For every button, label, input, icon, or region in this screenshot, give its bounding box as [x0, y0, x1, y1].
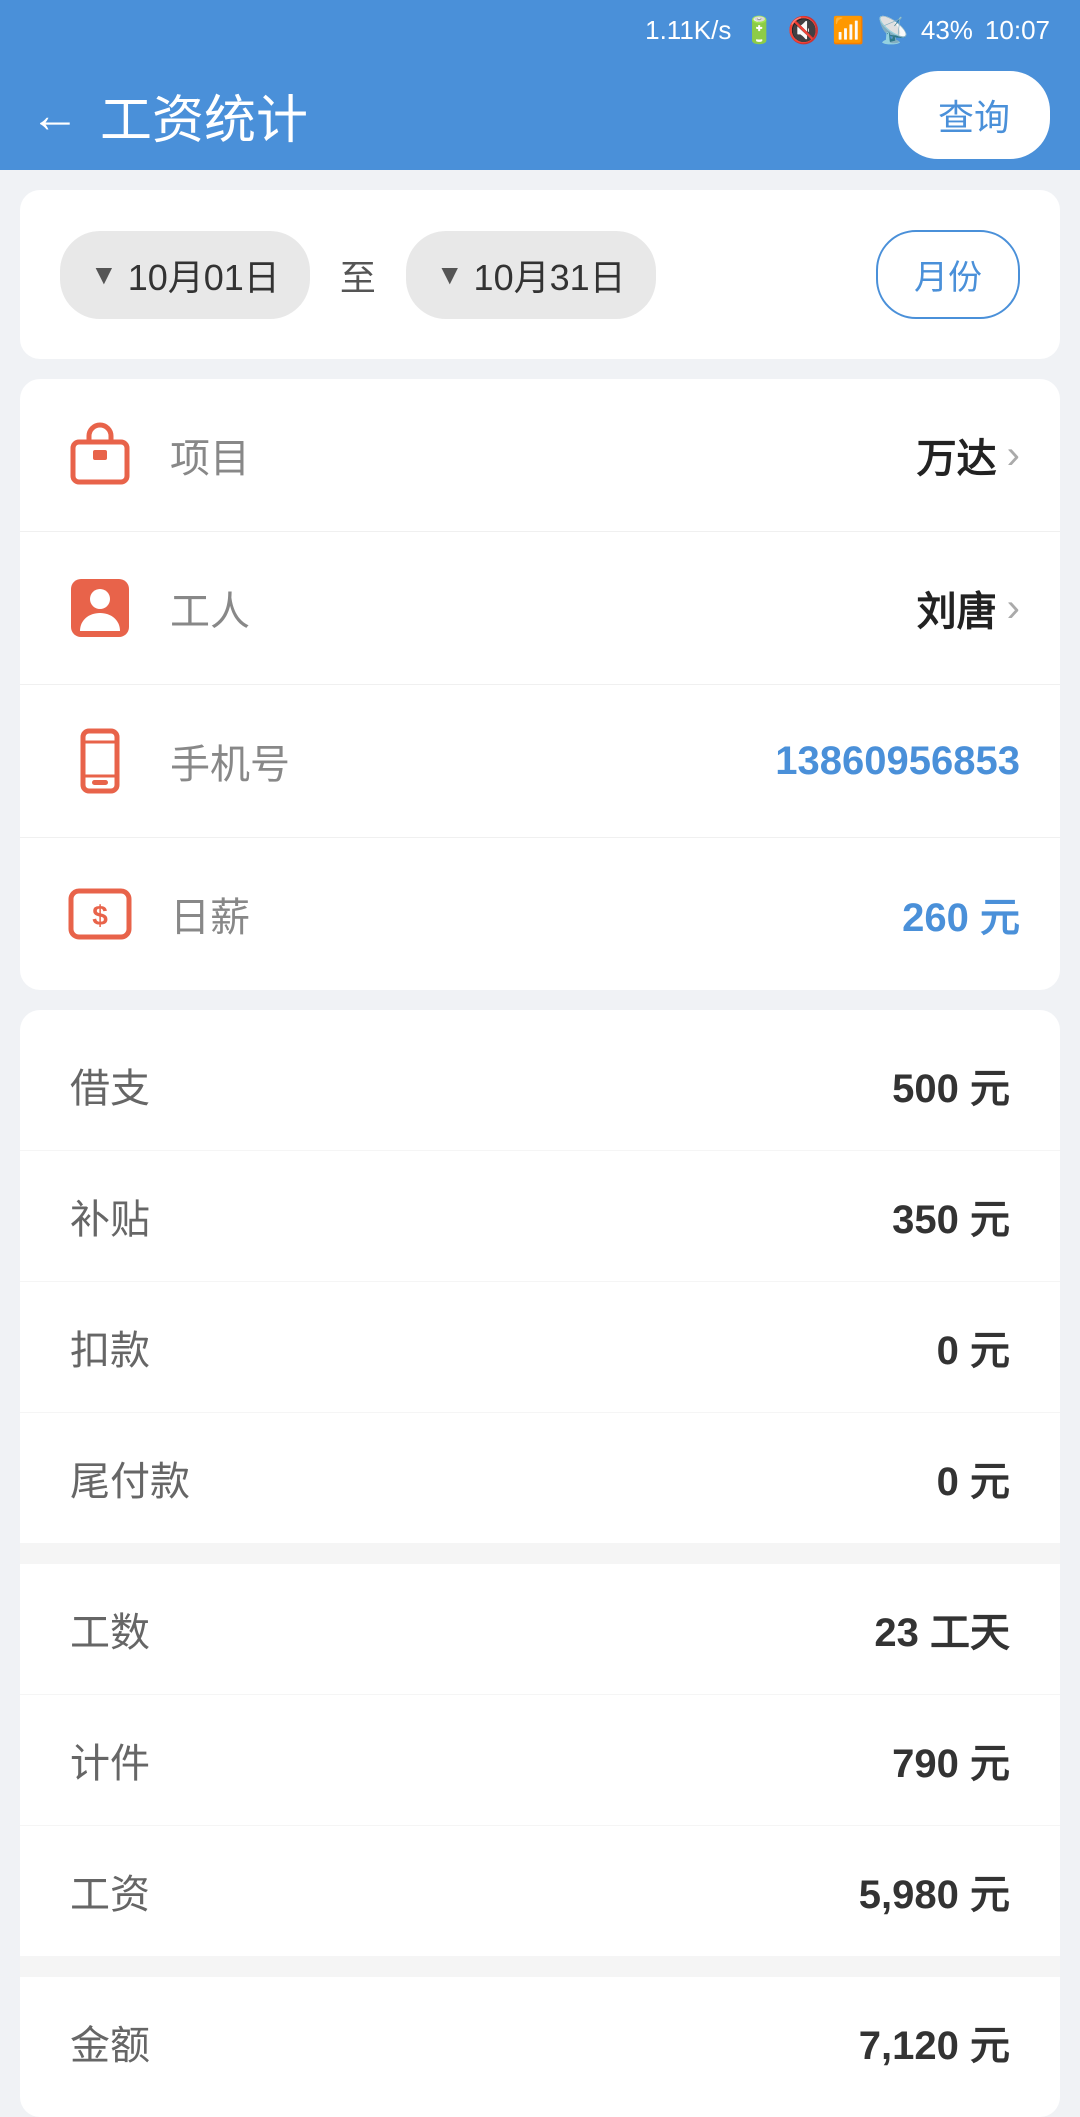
piecework-value: 790 元	[892, 1731, 1010, 1789]
final-payment-row: 尾付款 0 元	[20, 1413, 1060, 1544]
end-date-label: 10月31日	[474, 249, 626, 301]
phone-label: 手机号	[170, 732, 775, 790]
final-payment-label: 尾付款	[70, 1449, 190, 1507]
time: 10:07	[985, 15, 1050, 46]
phone-row: 手机号 13860956853	[20, 685, 1060, 838]
info-card: 项目 万达 › 工人 刘唐 › 手机号 13860956853	[20, 379, 1060, 990]
worker-row[interactable]: 工人 刘唐 ›	[20, 532, 1060, 685]
start-date-arrow-icon: ▼	[90, 259, 118, 291]
stat-divider	[20, 1544, 1060, 1564]
phone-value: 13860956853	[775, 739, 1020, 784]
page-title: 工资统计	[100, 78, 898, 153]
subsidy-label: 补贴	[70, 1187, 150, 1245]
filter-section: ▼ 10月01日 至 ▼ 10月31日 月份	[20, 190, 1060, 359]
stats-card-1: 借支 500 元 补贴 350 元 扣款 0 元 尾付款 0 元 工数 23 工…	[20, 1010, 1060, 2117]
amount-label: 金额	[70, 2013, 150, 2071]
project-label: 项目	[170, 426, 917, 484]
start-date-label: 10月01日	[128, 249, 280, 301]
daily-salary-label: 日薪	[170, 885, 902, 943]
work-days-value: 23 工天	[874, 1600, 1010, 1658]
final-payment-value: 0 元	[937, 1449, 1010, 1507]
back-button[interactable]: ←	[30, 90, 80, 140]
advance-value: 500 元	[892, 1056, 1010, 1114]
advance-row: 借支 500 元	[20, 1020, 1060, 1151]
end-date-picker[interactable]: ▼ 10月31日	[406, 231, 656, 319]
worker-chevron-icon: ›	[1007, 586, 1020, 631]
work-days-row: 工数 23 工天	[20, 1564, 1060, 1695]
subsidy-row: 补贴 350 元	[20, 1151, 1060, 1282]
start-date-picker[interactable]: ▼ 10月01日	[60, 231, 310, 319]
date-separator: 至	[330, 249, 386, 301]
project-chevron-icon: ›	[1007, 433, 1020, 478]
signal-icon: 📡	[877, 15, 909, 46]
status-bar-info: 1.11K/s 🔋 🔇 📶 📡 43% 10:07	[645, 15, 1050, 46]
battery-icon: 🔋	[743, 15, 775, 46]
svg-text:$: $	[92, 900, 108, 931]
piecework-row: 计件 790 元	[20, 1695, 1060, 1826]
piecework-label: 计件	[70, 1731, 150, 1789]
project-row[interactable]: 项目 万达 ›	[20, 379, 1060, 532]
worker-value: 刘唐	[917, 579, 997, 637]
header: ← 工资统计 查询	[0, 60, 1080, 170]
deduction-row: 扣款 0 元	[20, 1282, 1060, 1413]
query-button[interactable]: 查询	[898, 71, 1050, 159]
daily-salary-row: $ 日薪 260 元	[20, 838, 1060, 990]
deduction-label: 扣款	[70, 1318, 150, 1376]
wifi-icon: 📶	[832, 15, 864, 46]
daily-salary-value: 260 元	[902, 885, 1020, 943]
network-speed: 1.11K/s	[645, 15, 731, 46]
amount-row: 金额 7,120 元	[20, 1977, 1060, 2107]
subsidy-value: 350 元	[892, 1187, 1010, 1245]
month-button[interactable]: 月份	[876, 230, 1020, 319]
salary-value: 5,980 元	[859, 1862, 1010, 1920]
phone-icon	[60, 721, 140, 801]
amount-value: 7,120 元	[859, 2013, 1010, 2071]
status-bar: 1.11K/s 🔋 🔇 📶 📡 43% 10:07	[0, 0, 1080, 60]
worker-icon	[60, 568, 140, 648]
project-value: 万达	[917, 426, 997, 484]
salary-row: 工资 5,980 元	[20, 1826, 1060, 1957]
battery-percent: 43%	[921, 15, 973, 46]
mute-icon: 🔇	[788, 15, 820, 46]
advance-label: 借支	[70, 1056, 150, 1114]
salary-icon: $	[60, 874, 140, 954]
end-date-arrow-icon: ▼	[436, 259, 464, 291]
work-days-label: 工数	[70, 1600, 150, 1658]
stat-divider-2	[20, 1957, 1060, 1977]
deduction-value: 0 元	[937, 1318, 1010, 1376]
project-icon	[60, 415, 140, 495]
salary-label: 工资	[70, 1862, 150, 1920]
worker-label: 工人	[170, 579, 917, 637]
